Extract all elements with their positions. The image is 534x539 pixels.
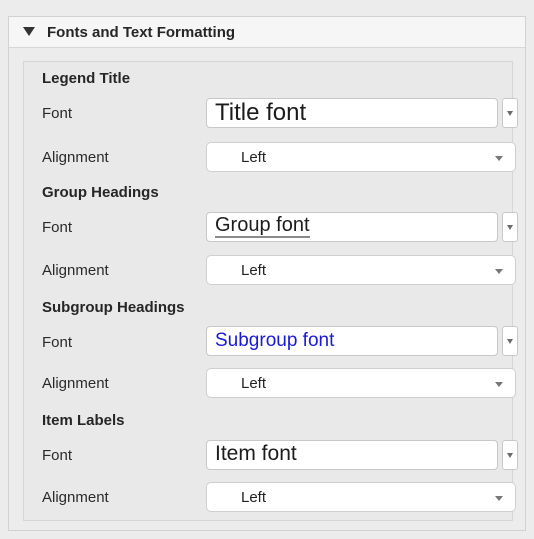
chevron-down-icon	[495, 156, 503, 161]
subgroup-headings-font-preview: Subgroup font	[215, 330, 335, 351]
alignment-label: Alignment	[42, 149, 109, 166]
alignment-label: Alignment	[42, 262, 109, 279]
font-label: Font	[42, 447, 73, 464]
chevron-down-icon	[495, 382, 503, 387]
item-labels-font-preview: Item font	[215, 442, 297, 465]
item-labels-alignment-select[interactable]: Left	[206, 482, 516, 512]
section-heading-legend-title: Legend Title	[42, 70, 131, 87]
font-label: Font	[42, 334, 73, 351]
fonts-text-formatting-panel: Fonts and Text Formatting Legend Title F…	[8, 16, 526, 531]
select-value: Left	[241, 375, 267, 392]
font-label: Font	[42, 219, 73, 236]
alignment-label: Alignment	[42, 375, 109, 392]
legend-title-alignment-select[interactable]: Left	[206, 142, 516, 172]
group-headings-font-button[interactable]: Group font	[206, 212, 498, 242]
item-labels-font-dropdown[interactable]	[502, 440, 518, 470]
font-label: Font	[42, 105, 73, 122]
select-value: Left	[241, 489, 267, 506]
select-value: Left	[241, 262, 267, 279]
group-headings-font-preview: Group font	[215, 214, 310, 238]
subgroup-headings-font-dropdown[interactable]	[502, 326, 518, 356]
panel-header[interactable]: Fonts and Text Formatting	[9, 17, 525, 48]
select-value: Left	[241, 149, 267, 166]
chevron-down-icon	[507, 453, 513, 458]
chevron-down-icon	[495, 496, 503, 501]
section-heading-group-headings: Group Headings	[42, 184, 159, 201]
chevron-down-icon	[507, 111, 513, 116]
chevron-down-icon	[507, 339, 513, 344]
group-headings-alignment-select[interactable]: Left	[206, 255, 516, 285]
subgroup-headings-alignment-select[interactable]: Left	[206, 368, 516, 398]
chevron-down-icon	[507, 225, 513, 230]
group-headings-font-dropdown[interactable]	[502, 212, 518, 242]
alignment-label: Alignment	[42, 489, 109, 506]
legend-title-font-button[interactable]: Title font	[206, 98, 498, 128]
item-labels-font-button[interactable]: Item font	[206, 440, 498, 470]
formatting-group-box: Legend Title Font Title font Alignment L…	[23, 61, 518, 521]
collapse-triangle-icon[interactable]	[23, 27, 37, 37]
section-heading-item-labels: Item Labels	[42, 412, 125, 429]
subgroup-headings-font-button[interactable]: Subgroup font	[206, 326, 498, 356]
legend-title-font-dropdown[interactable]	[502, 98, 518, 128]
panel-title: Fonts and Text Formatting	[47, 23, 236, 41]
chevron-down-icon	[495, 269, 503, 274]
section-heading-subgroup-headings: Subgroup Headings	[42, 299, 185, 316]
legend-title-font-preview: Title font	[215, 99, 307, 126]
